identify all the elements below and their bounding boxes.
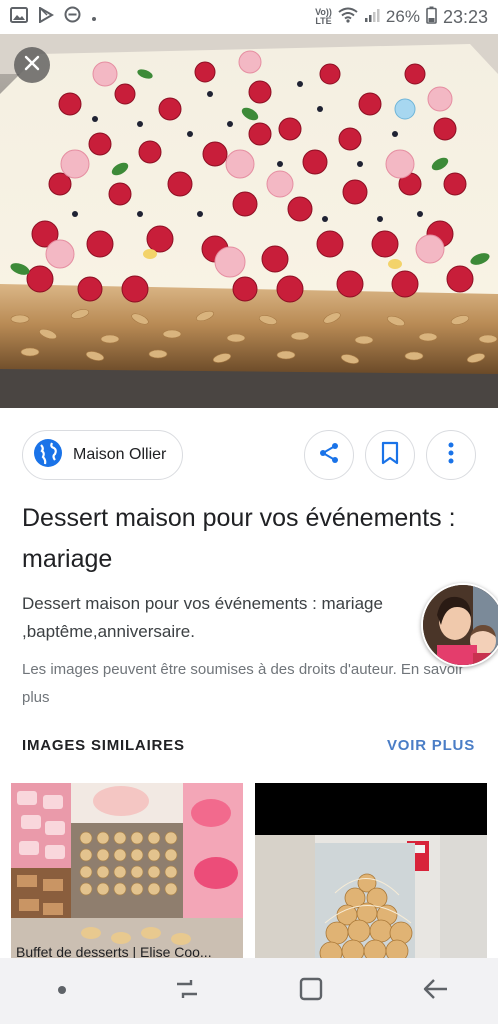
do-not-disturb-icon — [64, 6, 81, 28]
copyright-notice[interactable]: Les images peuvent être soumises à des d… — [22, 656, 472, 712]
image-title[interactable]: Dessert maison pour vos événements : mar… — [22, 498, 472, 580]
recent-apps-icon — [174, 977, 200, 1006]
save-button[interactable] — [365, 430, 415, 480]
signal-icon — [364, 7, 380, 28]
see-more-link[interactable]: VOIR PLUS — [387, 737, 475, 754]
back-button[interactable] — [406, 966, 466, 1016]
globe-icon — [33, 438, 63, 473]
assistant-avatar[interactable] — [421, 583, 498, 667]
volte-line2: LTE — [315, 16, 332, 26]
more-options-button[interactable] — [426, 430, 476, 480]
cake-photo — [0, 34, 498, 408]
source-chip[interactable]: Maison Ollier — [22, 430, 183, 480]
recent-apps-button[interactable] — [157, 966, 217, 1016]
volte-indicator: Vo)) LTE — [315, 8, 332, 26]
dot-icon — [57, 982, 67, 1000]
home-icon — [299, 977, 323, 1006]
avatar-photo — [423, 585, 498, 665]
assistant-dot-button[interactable] — [32, 966, 92, 1016]
home-button[interactable] — [281, 966, 341, 1016]
share-button[interactable] — [304, 430, 354, 480]
clock: 23:23 — [442, 6, 488, 27]
croquembouche-photo — [255, 783, 487, 963]
similar-images-header: IMAGES SIMILAIRES — [22, 737, 185, 754]
back-icon — [423, 977, 449, 1006]
similar-image-1[interactable] — [11, 783, 243, 958]
status-bar: Vo)) LTE 26% 23:23 — [0, 0, 498, 34]
source-name: Maison Ollier — [73, 446, 167, 463]
play-store-icon — [38, 5, 54, 28]
more-vert-icon — [447, 441, 455, 470]
similar-image-2[interactable] — [255, 783, 487, 963]
image-description: Dessert maison pour vos événements : mar… — [22, 594, 383, 641]
notification-dot-icon — [91, 7, 97, 27]
close-button[interactable] — [14, 47, 50, 83]
system-navigation-bar — [0, 958, 498, 1024]
battery-icon — [426, 6, 437, 29]
wifi-icon — [338, 7, 358, 28]
battery-level: 26% — [385, 7, 420, 26]
desserts-collage-photo — [11, 783, 243, 958]
main-image[interactable] — [0, 34, 498, 408]
bookmark-icon — [379, 441, 401, 470]
close-icon — [23, 54, 41, 77]
gallery-icon — [10, 6, 28, 28]
share-icon — [317, 441, 341, 470]
